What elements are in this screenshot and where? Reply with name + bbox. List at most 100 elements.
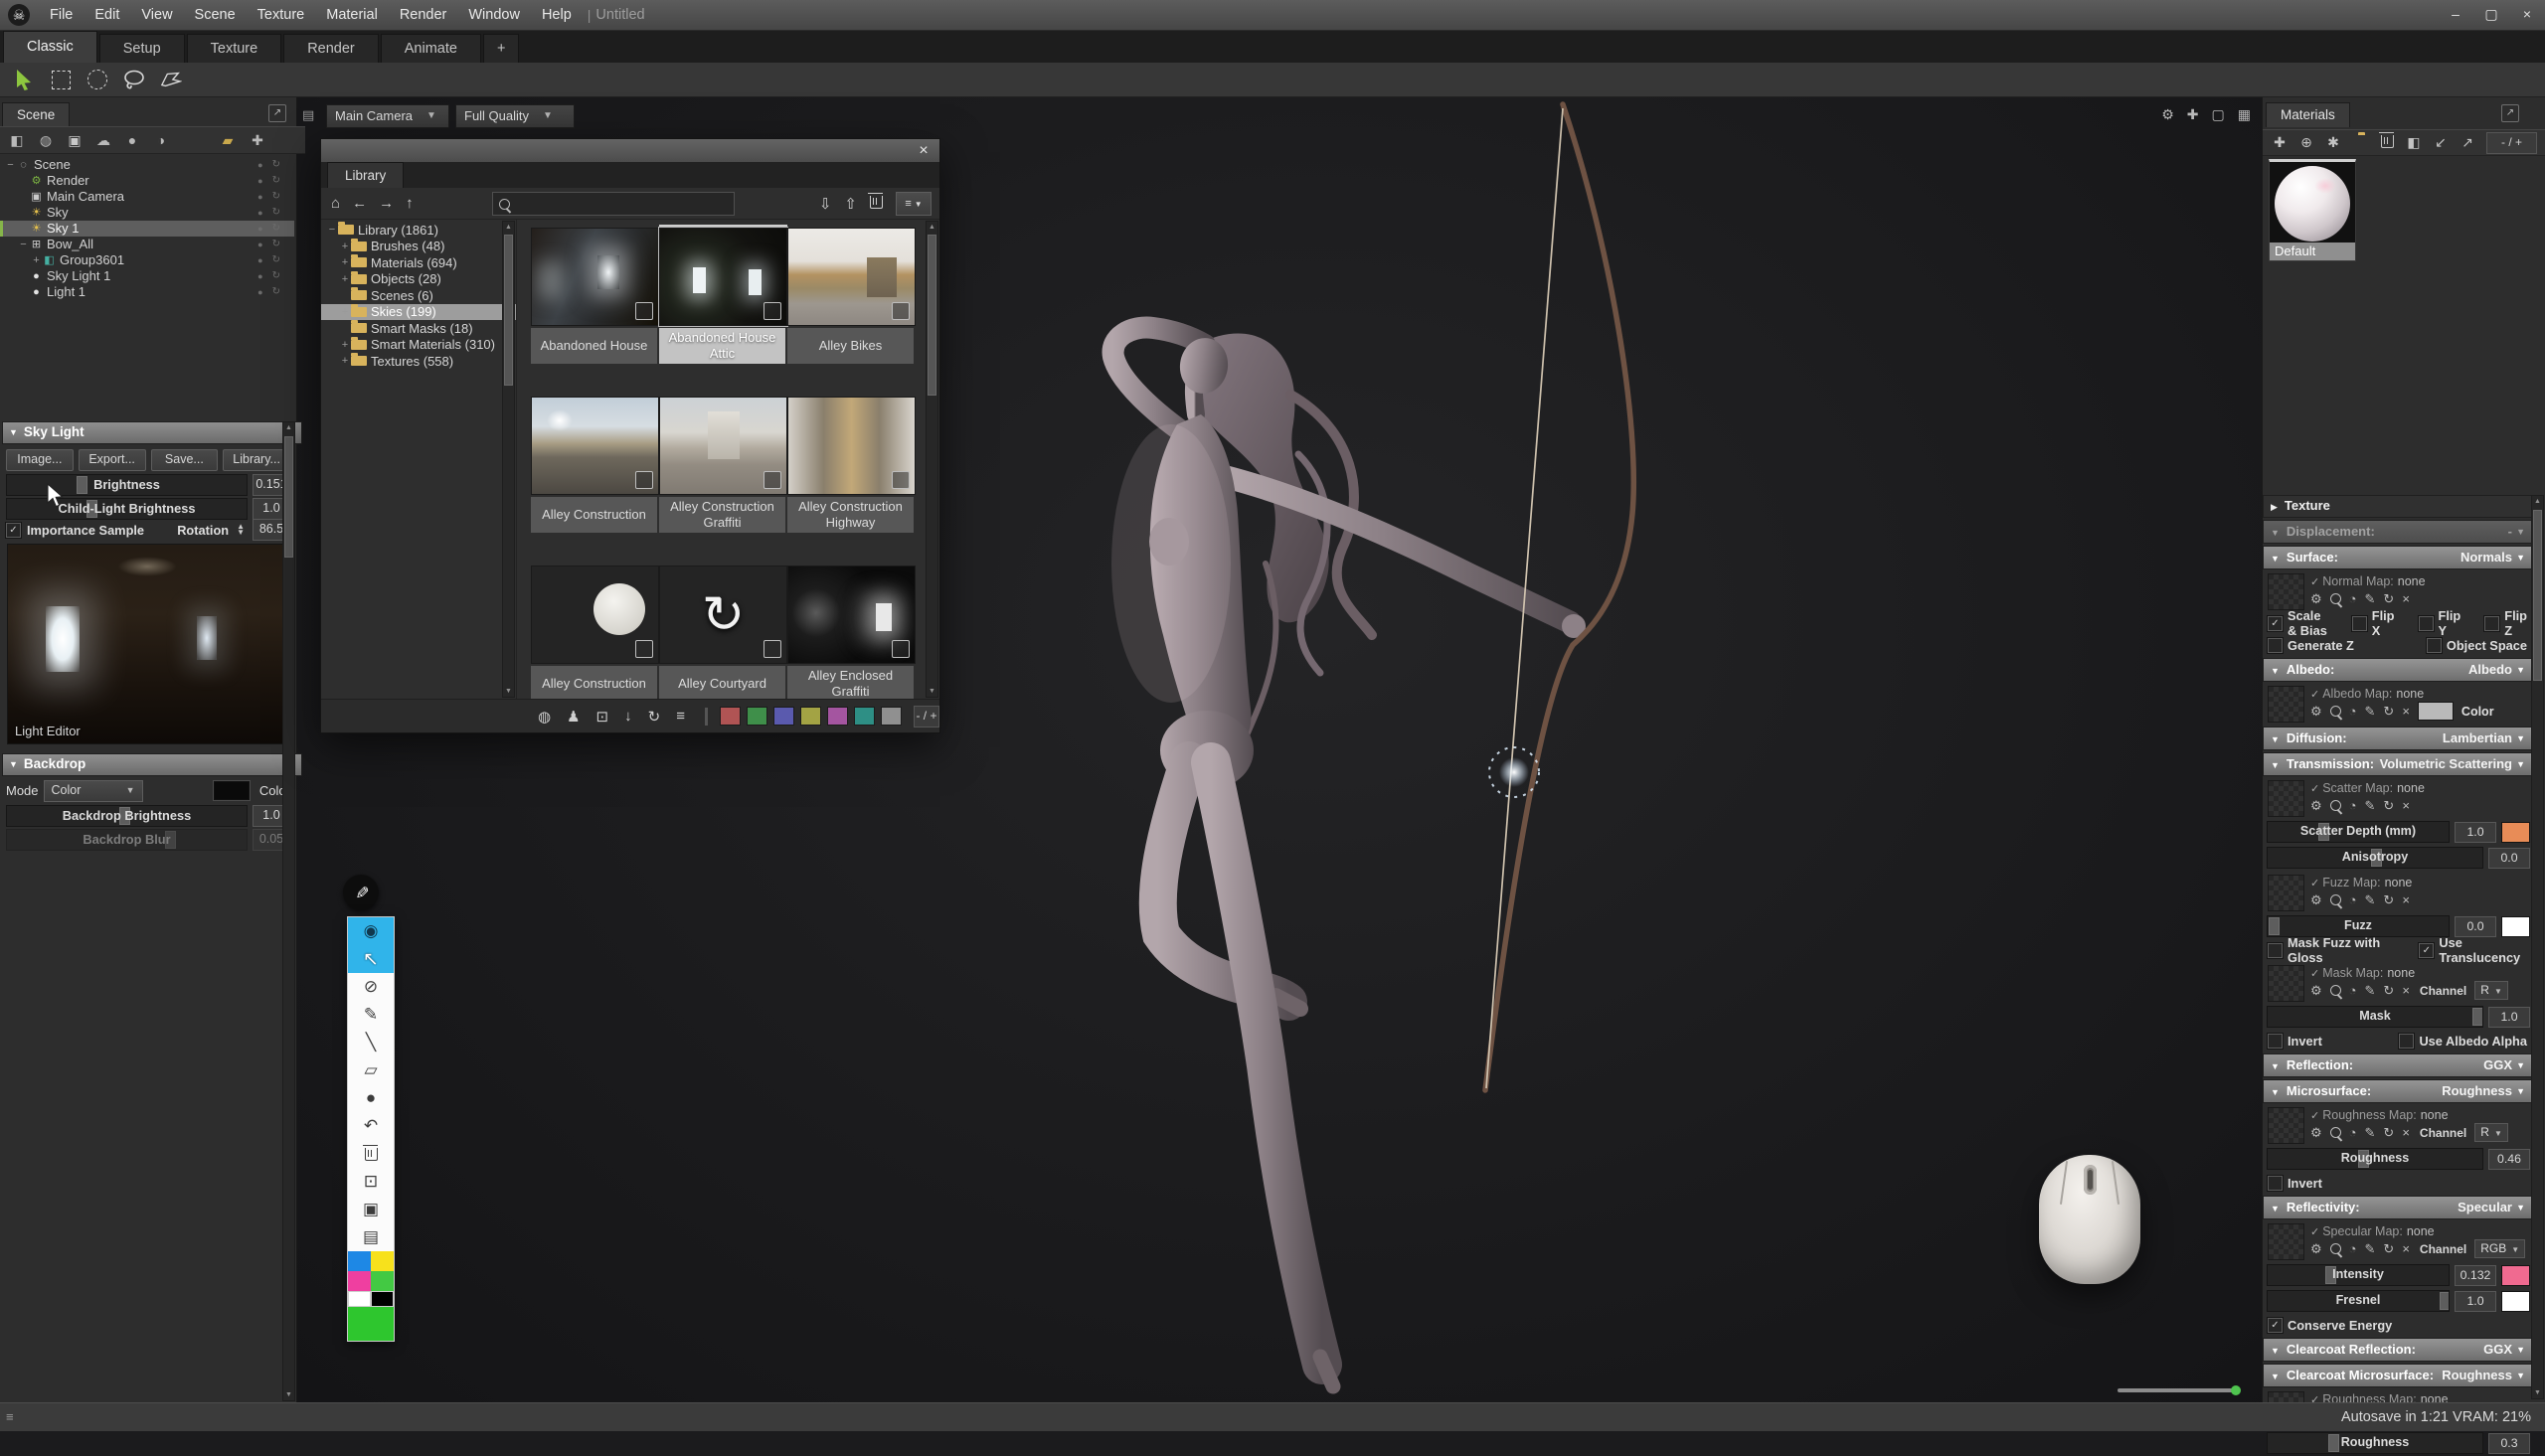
backdrop-header[interactable]: ▼Backdrop [2,753,302,776]
pen-tool-button[interactable]: ✎ [343,875,379,910]
backdrop-mode-select[interactable]: Color▼ [44,780,143,802]
palette-color[interactable] [348,1291,371,1307]
tag-color-swatch[interactable] [773,707,794,726]
magnifier-icon[interactable] [2330,985,2341,996]
importance-sample-checkbox[interactable]: ✓ [6,523,21,538]
clear-icon[interactable]: × [2402,984,2410,997]
tag-color-swatch[interactable] [827,707,848,726]
checkbox[interactable] [2352,616,2367,631]
checkbox[interactable] [2419,616,2434,631]
map-enabled-checkbox[interactable]: ✓ [2310,877,2319,890]
active-color-swatch[interactable] [348,1307,394,1341]
monitor-view-icon[interactable]: ⊡ [596,708,609,726]
slider-track[interactable]: Anisotropy [2267,847,2483,869]
menu-item[interactable]: File [39,0,84,30]
slider-value[interactable]: 0.3 [2488,1433,2530,1454]
lock-icon[interactable]: ↻ [272,189,280,205]
lock-icon[interactable]: ↻ [272,157,280,173]
up-level-icon[interactable]: ↑ [406,195,414,212]
backdrop-brightness-slider[interactable]: Backdrop Brightness [6,805,248,827]
magnifier-icon[interactable] [2330,894,2341,905]
clear-icon[interactable]: × [2402,592,2410,605]
checkbox-item[interactable]: Flip X [2352,608,2395,638]
thumbnail-checkbox[interactable] [892,640,910,658]
lock-icon[interactable]: ↻ [272,221,280,237]
edit-icon[interactable]: ✎ [2365,799,2376,812]
lock-icon[interactable]: ↻ [272,237,280,252]
library-thumbnail[interactable]: ↻ Alley Construction [531,566,657,700]
export-icon[interactable]: ↗ [2460,134,2475,151]
palette-color[interactable] [371,1291,394,1307]
clear-icon[interactable]: × [2402,893,2410,906]
lock-icon[interactable]: ↻ [272,268,280,284]
folder-row[interactable]: + Brushes (48) [321,239,516,255]
left-panel-scrollbar[interactable]: ▲ ▼ [282,421,295,1401]
slider-value[interactable]: 0.46 [2488,1149,2530,1170]
tree-row[interactable]: ☀ Sky ● ↻ [0,205,294,221]
menu-item[interactable]: Material [315,0,389,30]
lock-icon[interactable]: ↻ [272,205,280,221]
reset-icon[interactable]: ↻ [2383,799,2394,812]
panel-expand-icon[interactable]: ↗ [268,104,286,122]
workspace-tab[interactable]: Classic [3,31,97,63]
folder-row[interactable]: + Skies (199) [321,304,516,321]
menu-item[interactable]: Render [389,0,458,30]
folder-icon[interactable]: ▰ [220,132,236,149]
slider-color-swatch[interactable] [2501,822,2530,843]
checkbox[interactable] [2268,1176,2283,1191]
slider-value[interactable]: 1.0 [2455,1291,2496,1312]
tag-color-swatch[interactable] [881,707,902,726]
select-arrow-icon[interactable] [13,69,35,90]
scene-tab[interactable]: Scene [2,102,70,127]
view-menu-button[interactable]: ≡▼ [896,192,932,216]
checkbox[interactable]: ✓ [2419,943,2434,958]
edit-icon[interactable]: ✎ [2365,893,2376,906]
library-thumbnail[interactable]: ↻ Alley Construction Graffiti [659,397,785,533]
slider-track[interactable]: Roughness [2267,1148,2483,1170]
library-thumbnail[interactable]: ↻ Alley Enclosed Graffiti [787,566,914,700]
workspace-tab[interactable]: + [483,34,519,63]
line-tool-icon[interactable]: ╲ [348,1029,394,1056]
reset-icon[interactable]: ↻ [2383,705,2394,718]
library-thumbnail[interactable]: ↻ Abandoned House [531,228,657,364]
checkbox-item[interactable]: Generate Z [2268,638,2354,653]
reset-icon[interactable]: ↻ [2383,893,2394,906]
edit-icon[interactable]: ✎ [2365,705,2376,718]
quality-select[interactable]: Full Quality▼ [455,104,575,128]
materials-tab[interactable]: Materials [2266,102,2350,127]
tree-row[interactable]: ● Light 1 ● ↻ [0,284,294,300]
settings-icon[interactable]: ✱ [2325,134,2341,151]
lock-icon[interactable]: ↻ [272,284,280,300]
library-tab[interactable]: Library [327,162,404,188]
gear-icon[interactable]: ⚙ [2310,984,2322,997]
thumbnail-checkbox[interactable] [635,640,653,658]
list-view-icon[interactable]: ≡ [676,708,685,725]
sky-light-button[interactable]: Library... [223,449,290,471]
map-thumbnail[interactable] [2268,875,2304,911]
sky-light-button[interactable]: Save... [151,449,219,471]
import-icon[interactable]: ↙ [2433,134,2449,151]
checkbox-item[interactable]: ✓Scale & Bias [2268,608,2328,638]
material-section-header[interactable]: ▼Reflectivity:Specular▼ [2263,1196,2533,1219]
viewport-menu-icon[interactable]: ▤ [302,107,314,123]
checkbox-item[interactable]: Object Space [2427,638,2527,653]
folder-icon[interactable] [2352,135,2368,151]
section-mode[interactable]: - [2508,521,2512,542]
timer-icon[interactable]: ⊘ [348,973,394,1001]
map-thumbnail[interactable] [2268,965,2304,1002]
library-thumbnail[interactable]: ↻ Alley Courtyard [659,566,785,700]
undo-icon[interactable]: ↶ [348,1112,394,1140]
checkbox-item[interactable]: Invert [2268,1176,2322,1191]
tree-row[interactable]: − ⊞ Bow_All ● ↻ [0,237,294,252]
cube-icon[interactable]: ◧ [9,132,25,149]
camera-select[interactable]: Main Camera▼ [326,104,449,128]
sky-light-button[interactable]: Export... [79,449,146,471]
reset-icon[interactable]: ↻ [2383,1126,2394,1139]
palette-color[interactable] [371,1251,394,1271]
folder-scrollbar[interactable]: ▲ ▼ [502,221,515,698]
checkbox-item[interactable]: Flip Y [2419,608,2461,638]
cube-icon[interactable]: ◧ [2406,134,2422,151]
library-thumbnail[interactable]: ↻ Alley Construction [531,397,657,533]
add-material-icon[interactable]: ✚ [2272,134,2288,151]
lasso-select-icon[interactable] [123,69,145,90]
